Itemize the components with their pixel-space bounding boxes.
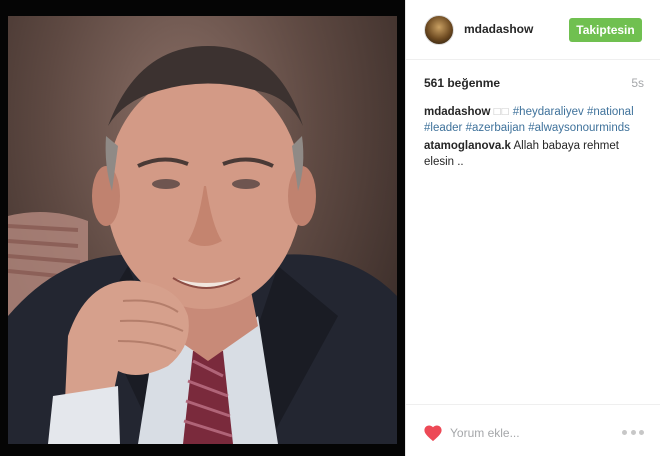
caption-username[interactable]: mdadashow [424,106,490,118]
post-photo[interactable] [8,16,397,444]
post-actions [406,404,660,456]
post-header: mdadashow Takiptesin [406,0,660,60]
hashtag-link[interactable]: #heydaraliyev [513,106,584,118]
portrait-image [8,46,397,444]
post-sidebar: mdadashow Takiptesin 561 beğenme 5s mdad… [405,0,660,456]
more-dot [622,430,627,435]
comment-input[interactable] [450,425,610,441]
likes-count[interactable]: 561 beğenme [424,76,500,90]
more-options-icon[interactable] [622,430,644,436]
hashtag-link[interactable]: #alwaysonourminds [528,122,630,134]
hashtag-link[interactable]: #azerbaijan [466,122,525,134]
post-time[interactable]: 5s [631,76,644,90]
username-link[interactable]: mdadashow [464,22,533,36]
more-dot [630,430,636,435]
more-dot [639,430,644,435]
avatar[interactable] [424,15,454,45]
hashtag-link[interactable]: #leader [424,122,462,134]
comments-list: mdadashow □□ #heydaraliyev #national #le… [424,104,646,172]
post-stats: 561 beğenme 5s [424,76,644,90]
hashtag-link[interactable]: #national [587,106,634,118]
caption-emoji: □□ [493,106,510,118]
heart-icon[interactable] [423,424,443,442]
comment-username[interactable]: atamoglanova.k [424,140,511,152]
follow-button[interactable]: Takiptesin [569,18,642,42]
photo-pane [0,0,405,456]
comment-item: atamoglanova.k Allah babaya rehmet elesi… [424,138,646,170]
caption: mdadashow □□ #heydaraliyev #national #le… [424,104,646,136]
